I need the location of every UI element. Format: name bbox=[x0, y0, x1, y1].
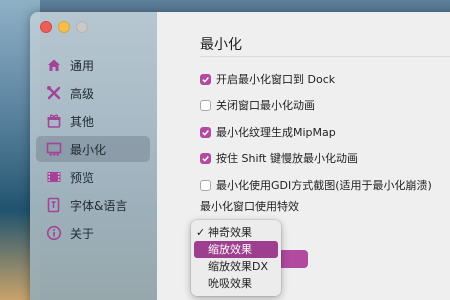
checkbox-checked[interactable] bbox=[200, 152, 211, 164]
sidebar-item-label: 关于 bbox=[70, 226, 95, 241]
sidebar-item-minimize[interactable]: 最小化 bbox=[36, 136, 150, 162]
sidebar-item-about[interactable]: 关于 bbox=[36, 220, 150, 246]
option-shift-slow-motion[interactable]: 按住 Shift 键慢放最小化动画 bbox=[200, 150, 358, 166]
checkmark-icon: ✓ bbox=[196, 226, 206, 239]
menu-item-scale-effect[interactable]: 缩放效果 bbox=[194, 241, 278, 258]
checkbox-unchecked[interactable] bbox=[200, 99, 211, 111]
sidebar-item-label: 通用 bbox=[70, 58, 95, 73]
info-icon bbox=[46, 225, 62, 241]
title-divider bbox=[200, 56, 450, 57]
page-title: 最小化 bbox=[200, 37, 242, 53]
traffic-lights bbox=[40, 21, 88, 33]
sidebar-item-label: 高级 bbox=[70, 86, 95, 101]
option-label: 关闭窗口最小化动画 bbox=[216, 99, 315, 112]
content-pane: 最小化 开启最小化窗口到 Dock 关闭窗口最小化动画 最小化纹理生成MipMa… bbox=[157, 12, 450, 300]
sidebar-item-label: 预览 bbox=[70, 170, 95, 185]
sidebar-item-advanced[interactable]: 高级 bbox=[36, 80, 150, 106]
menu-item-magic-effect[interactable]: ✓ 神奇效果 bbox=[194, 224, 278, 241]
option-gdi-screenshot[interactable]: 最小化使用GDI方式截图(适用于最小化崩溃) bbox=[200, 177, 432, 193]
option-label: 最小化纹理生成MipMap bbox=[216, 126, 336, 139]
dock-icon bbox=[46, 141, 62, 157]
tools-icon bbox=[46, 85, 62, 101]
film-icon bbox=[46, 169, 62, 185]
font-icon bbox=[46, 197, 62, 213]
sidebar-item-label: 最小化 bbox=[70, 142, 107, 157]
sidebar-item-label: 其他 bbox=[70, 114, 95, 129]
checkbox-checked[interactable] bbox=[200, 73, 211, 85]
house-icon bbox=[46, 57, 62, 73]
sidebar-item-font-language[interactable]: 字体&语言 bbox=[36, 192, 150, 218]
option-mipmap[interactable]: 最小化纹理生成MipMap bbox=[200, 124, 336, 140]
checkbox-unchecked[interactable] bbox=[200, 179, 211, 191]
menu-item-label: 缩放效果DX bbox=[208, 260, 269, 273]
effect-dropdown-menu: ✓ 神奇效果 缩放效果 缩放效果DX 吮吸效果 bbox=[191, 220, 281, 296]
sidebar-item-other[interactable]: 其他 bbox=[36, 108, 150, 134]
sidebar-item-general[interactable]: 通用 bbox=[36, 52, 150, 78]
effect-label: 最小化窗口使用特效 bbox=[200, 200, 299, 213]
option-label: 最小化使用GDI方式截图(适用于最小化崩溃) bbox=[216, 179, 432, 192]
sidebar: 通用 高级 其他 最小化 预览 字体&语言 关于 bbox=[30, 12, 157, 300]
option-minimize-to-dock[interactable]: 开启最小化窗口到 Dock bbox=[200, 71, 335, 87]
menu-item-label: 缩放效果 bbox=[208, 243, 252, 256]
checkbox-checked[interactable] bbox=[200, 126, 211, 138]
gift-icon bbox=[46, 113, 62, 129]
desktop: 通用 高级 其他 最小化 预览 字体&语言 关于 最小化 开启最小化窗口到 Do… bbox=[0, 0, 450, 300]
menu-item-suck-effect[interactable]: 吮吸效果 bbox=[194, 275, 278, 292]
minimize-window-button[interactable] bbox=[58, 21, 70, 33]
zoom-window-button[interactable] bbox=[76, 21, 88, 33]
option-label: 开启最小化窗口到 Dock bbox=[216, 73, 336, 86]
sidebar-item-label: 字体&语言 bbox=[70, 198, 128, 213]
menu-item-label: 吮吸效果 bbox=[208, 277, 252, 290]
menu-item-label: 神奇效果 bbox=[208, 226, 252, 239]
preferences-window: 通用 高级 其他 最小化 预览 字体&语言 关于 最小化 开启最小化窗口到 Do… bbox=[30, 12, 450, 300]
option-label: 按住 Shift 键慢放最小化动画 bbox=[216, 152, 358, 165]
sidebar-nav: 通用 高级 其他 最小化 预览 字体&语言 关于 bbox=[36, 52, 150, 248]
close-window-button[interactable] bbox=[40, 21, 52, 33]
menu-item-scale-effect-dx[interactable]: 缩放效果DX bbox=[194, 258, 278, 275]
sidebar-item-preview[interactable]: 预览 bbox=[36, 164, 150, 190]
option-disable-animation[interactable]: 关闭窗口最小化动画 bbox=[200, 97, 315, 113]
